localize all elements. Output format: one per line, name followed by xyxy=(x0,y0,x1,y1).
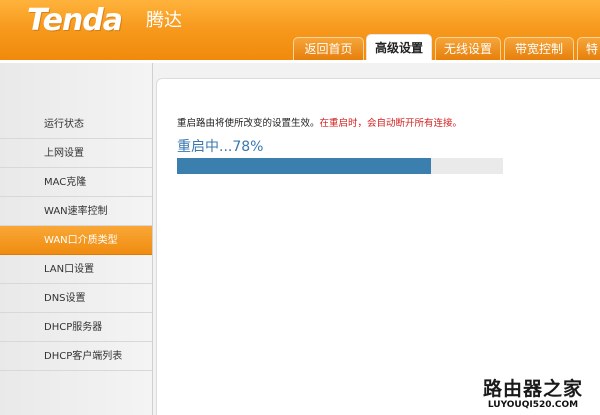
reboot-progress-bar xyxy=(177,158,503,174)
sidebar-item-dns-settings[interactable]: DNS设置 xyxy=(0,284,152,313)
reboot-progress-fill xyxy=(177,158,432,174)
tab-wireless-settings[interactable]: 无线设置 xyxy=(435,37,501,60)
watermark-en: LUYOUQI520.COM xyxy=(487,400,579,410)
reboot-notice-text: 重启路由将使所改变的设置生效。 xyxy=(177,118,320,129)
sidebar-item-dhcp-client-list[interactable]: DHCP客户端列表 xyxy=(0,342,152,371)
reboot-progress-label: 重启中...78% xyxy=(177,139,264,155)
sidebar-item-mac-clone[interactable]: MAC克隆 xyxy=(0,168,152,197)
sidebar-item-wan-media-type[interactable]: WAN口介质类型 xyxy=(0,226,152,255)
sidebar-item-status[interactable]: 运行状态 xyxy=(0,110,152,139)
sidebar-divider xyxy=(152,63,153,415)
sidebar-item-lan-settings[interactable]: LAN口设置 xyxy=(0,255,152,284)
top-tabs: 返回首页 高级设置 无线设置 带宽控制 特 xyxy=(0,34,600,60)
tab-special[interactable]: 特 xyxy=(577,37,600,60)
sidebar-item-internet-settings[interactable]: 上网设置 xyxy=(0,139,152,168)
reboot-warning-text: 在重启时，会自动断开所有连接。 xyxy=(319,118,463,129)
tab-home[interactable]: 返回首页 xyxy=(293,37,364,60)
tenda-logo: Tenda xyxy=(27,3,123,38)
site-watermark: 路由器之家 LUYOUQI520.COM xyxy=(472,378,594,411)
sidebar-item-dhcp-server[interactable]: DHCP服务器 xyxy=(0,313,152,342)
watermark-cn: 路由器之家 xyxy=(482,378,583,400)
main-panel: 重启路由将使所改变的设置生效。在重启时，会自动断开所有连接。 重启中...78% xyxy=(156,78,600,415)
sidebar: 运行状态 上网设置 MAC克隆 WAN速率控制 WAN口介质类型 LAN口设置 … xyxy=(0,63,152,415)
header-bar: Tenda 腾达 返回首页 高级设置 无线设置 带宽控制 特 xyxy=(0,0,600,60)
reboot-notice: 重启路由将使所改变的设置生效。在重启时，会自动断开所有连接。 xyxy=(177,115,462,129)
tenda-logo-cn: 腾达 xyxy=(146,10,182,31)
tab-advanced-settings[interactable]: 高级设置 xyxy=(366,34,432,60)
tab-bandwidth-control[interactable]: 带宽控制 xyxy=(504,37,574,60)
sidebar-item-wan-speed-control[interactable]: WAN速率控制 xyxy=(0,197,152,226)
